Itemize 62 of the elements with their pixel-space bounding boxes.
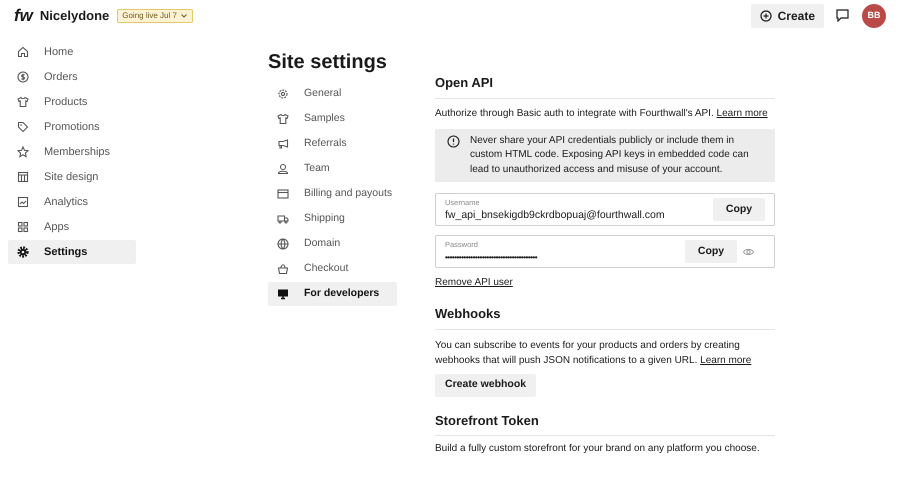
settings-nav-item[interactable]: General xyxy=(268,82,397,106)
create-button[interactable]: Create xyxy=(750,4,824,28)
settings-nav-item[interactable]: Shipping xyxy=(268,207,397,231)
chat-icon[interactable] xyxy=(836,9,849,22)
eye-icon[interactable] xyxy=(743,248,754,256)
sidebar-item[interactable]: Apps xyxy=(8,215,136,239)
basket-icon xyxy=(277,263,289,275)
section-title: Open API xyxy=(435,73,775,98)
create-webhook-button[interactable]: Create webhook xyxy=(435,374,536,396)
truck-icon xyxy=(277,213,289,225)
sidebar-item[interactable]: Analytics xyxy=(8,190,136,214)
section-title: Storefront Token xyxy=(435,410,775,436)
settings-nav-item[interactable]: For developers xyxy=(268,282,397,306)
chevron-down-icon xyxy=(180,12,188,20)
info-icon xyxy=(447,134,460,148)
globe-icon xyxy=(277,238,289,250)
status-badge[interactable]: Going live Jul 7 xyxy=(117,8,193,22)
warning-text: Never share your API credentials publicly or include them in custom HTML code. Exposing API keys in embedded code can lead to unauthorized access and misuse of your account. xyxy=(470,134,750,176)
sidebar-item[interactable]: Settings xyxy=(8,240,136,264)
logo[interactable]: fw xyxy=(14,2,33,28)
sidebar-item[interactable]: Products xyxy=(8,90,136,114)
field-value: •••••••••••••••••••••••••••••••••••••••• xyxy=(445,252,538,264)
shirt-icon xyxy=(277,113,289,125)
description-text: You can subscribe to events for your products and orders by creating webhooks that will push JSON notifications to a given URL. Learn more xyxy=(435,338,752,368)
store-name: Nicelydone xyxy=(40,6,110,25)
sidebar-item[interactable]: Home xyxy=(8,40,136,64)
plus-circle-icon xyxy=(760,10,772,22)
settings-nav-item[interactable]: Checkout xyxy=(268,257,397,281)
megaphone-icon xyxy=(277,138,289,150)
learn-more-link[interactable]: Learn more xyxy=(700,354,752,366)
home-icon xyxy=(17,46,29,58)
sidebar-item[interactable]: Orders xyxy=(8,65,136,89)
layout-icon xyxy=(17,171,29,183)
settings-nav-item[interactable]: Referrals xyxy=(268,132,397,156)
field-value: fw_api_bnsekigdb9ckrdbopuaj@fourthwall.com xyxy=(445,208,666,222)
dollar-circle-icon xyxy=(17,71,29,83)
person-icon xyxy=(277,163,289,175)
section-title: Webhooks xyxy=(435,304,775,330)
tag-icon xyxy=(17,121,29,133)
remove-api-user-link[interactable]: Remove API user xyxy=(435,277,513,288)
monitor-icon xyxy=(277,288,289,300)
sidebar-item[interactable]: Memberships xyxy=(8,140,136,164)
page-title: Site settings xyxy=(268,50,388,75)
apps-icon xyxy=(17,221,29,233)
sidebar-item[interactable]: Promotions xyxy=(8,115,136,139)
settings-nav-item[interactable]: Samples xyxy=(268,107,397,131)
description-text: Build a fully custom storefront for your brand on any platform you choose. xyxy=(435,443,761,455)
chart-icon xyxy=(17,196,29,208)
settings-nav-item[interactable]: Domain xyxy=(268,232,397,256)
copy-button[interactable]: Copy xyxy=(685,240,737,263)
learn-more-link[interactable]: Learn more xyxy=(716,108,768,118)
card-icon xyxy=(277,188,289,200)
avatar[interactable]: BB xyxy=(862,4,886,28)
settings-nav-item[interactable]: Team xyxy=(268,157,397,181)
shirt-icon xyxy=(17,96,29,108)
copy-button[interactable]: Copy xyxy=(713,198,765,221)
description-text: Authorize through Basic auth to integrate with Fourthwall's API. Learn more xyxy=(435,106,769,120)
settings-nav-item[interactable]: Billing and payouts xyxy=(268,182,397,206)
star-icon xyxy=(17,146,29,158)
gear-icon xyxy=(17,246,29,258)
sidebar-item[interactable]: Site design xyxy=(8,165,136,189)
gear-icon xyxy=(277,88,289,100)
